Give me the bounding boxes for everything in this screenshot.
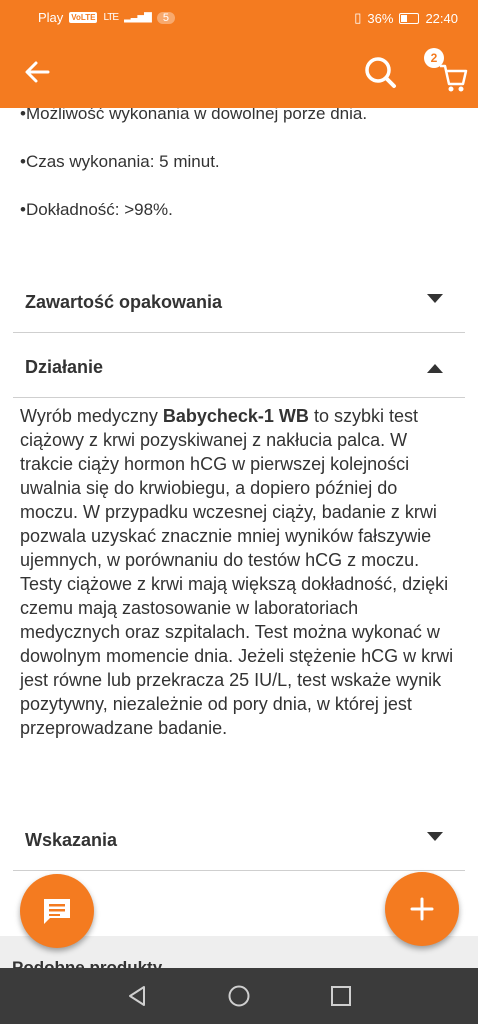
section-title: Działanie	[25, 357, 104, 377]
section-title: Zawartość opakowania	[25, 292, 223, 312]
section-action[interactable]: Działanie	[13, 333, 465, 398]
clock: 22:40	[425, 10, 458, 26]
cart-count-badge: 2	[424, 48, 444, 68]
chat-button[interactable]	[20, 874, 94, 948]
description-text: Wyrób medyczny Babycheck-1 WB to szybki …	[20, 404, 460, 740]
description-body: to szybki test ciążowy z krwi pozyskiwan…	[20, 406, 454, 738]
search-button[interactable]	[360, 52, 400, 92]
app-bar: 2	[0, 36, 478, 108]
volte-indicator: VoLTE	[69, 12, 98, 23]
back-button[interactable]	[18, 52, 58, 92]
section-indications[interactable]: Wskazania	[13, 806, 465, 871]
nav-home-icon[interactable]	[227, 984, 251, 1008]
product-name: Babycheck-1 WB	[162, 406, 309, 426]
chevron-down-icon	[427, 294, 443, 303]
chevron-up-icon	[427, 364, 443, 373]
feature-item: •Dokładność: >98%.	[20, 200, 173, 219]
chat-icon	[44, 899, 70, 924]
nav-back-icon[interactable]	[125, 984, 149, 1008]
status-bar: Play VoLTE LTE ▂▃▅▇ 5 ▯ 36% 22:40	[0, 0, 478, 36]
feature-item: •Możliwość wykonania w dowolnej porze dn…	[20, 108, 368, 123]
feature-item: •Czas wykonania: 5 minut.	[20, 152, 220, 171]
battery-percent: 36%	[367, 10, 394, 26]
status-right: ▯ 36% 22:40	[354, 10, 458, 26]
search-icon	[365, 57, 396, 88]
plus-icon	[410, 897, 434, 921]
chevron-down-icon	[427, 832, 443, 841]
product-details: •Możliwość wykonania w dowolnej porze dn…	[0, 108, 478, 944]
section-contents[interactable]: Zawartość opakowania	[13, 268, 465, 333]
vibrate-icon: ▯	[354, 10, 362, 25]
similar-products-title: Podobne produkty	[12, 958, 163, 968]
arrow-left-icon	[25, 61, 50, 83]
status-left: Play VoLTE LTE ▂▃▅▇ 5	[38, 10, 175, 25]
system-nav-bar	[0, 968, 478, 1024]
description-prefix: Wyrób medyczny	[20, 406, 163, 426]
notification-count: 5	[156, 11, 175, 24]
section-title: Wskazania	[25, 830, 118, 850]
signal-icon: ▂▃▅▇	[124, 12, 152, 23]
nav-recents-icon[interactable]	[329, 984, 353, 1008]
add-button[interactable]	[385, 872, 459, 946]
network-type: LTE	[103, 12, 119, 23]
carrier-name: Play	[38, 10, 64, 25]
battery-icon	[399, 12, 420, 24]
cart-button[interactable]: 2	[418, 48, 468, 96]
